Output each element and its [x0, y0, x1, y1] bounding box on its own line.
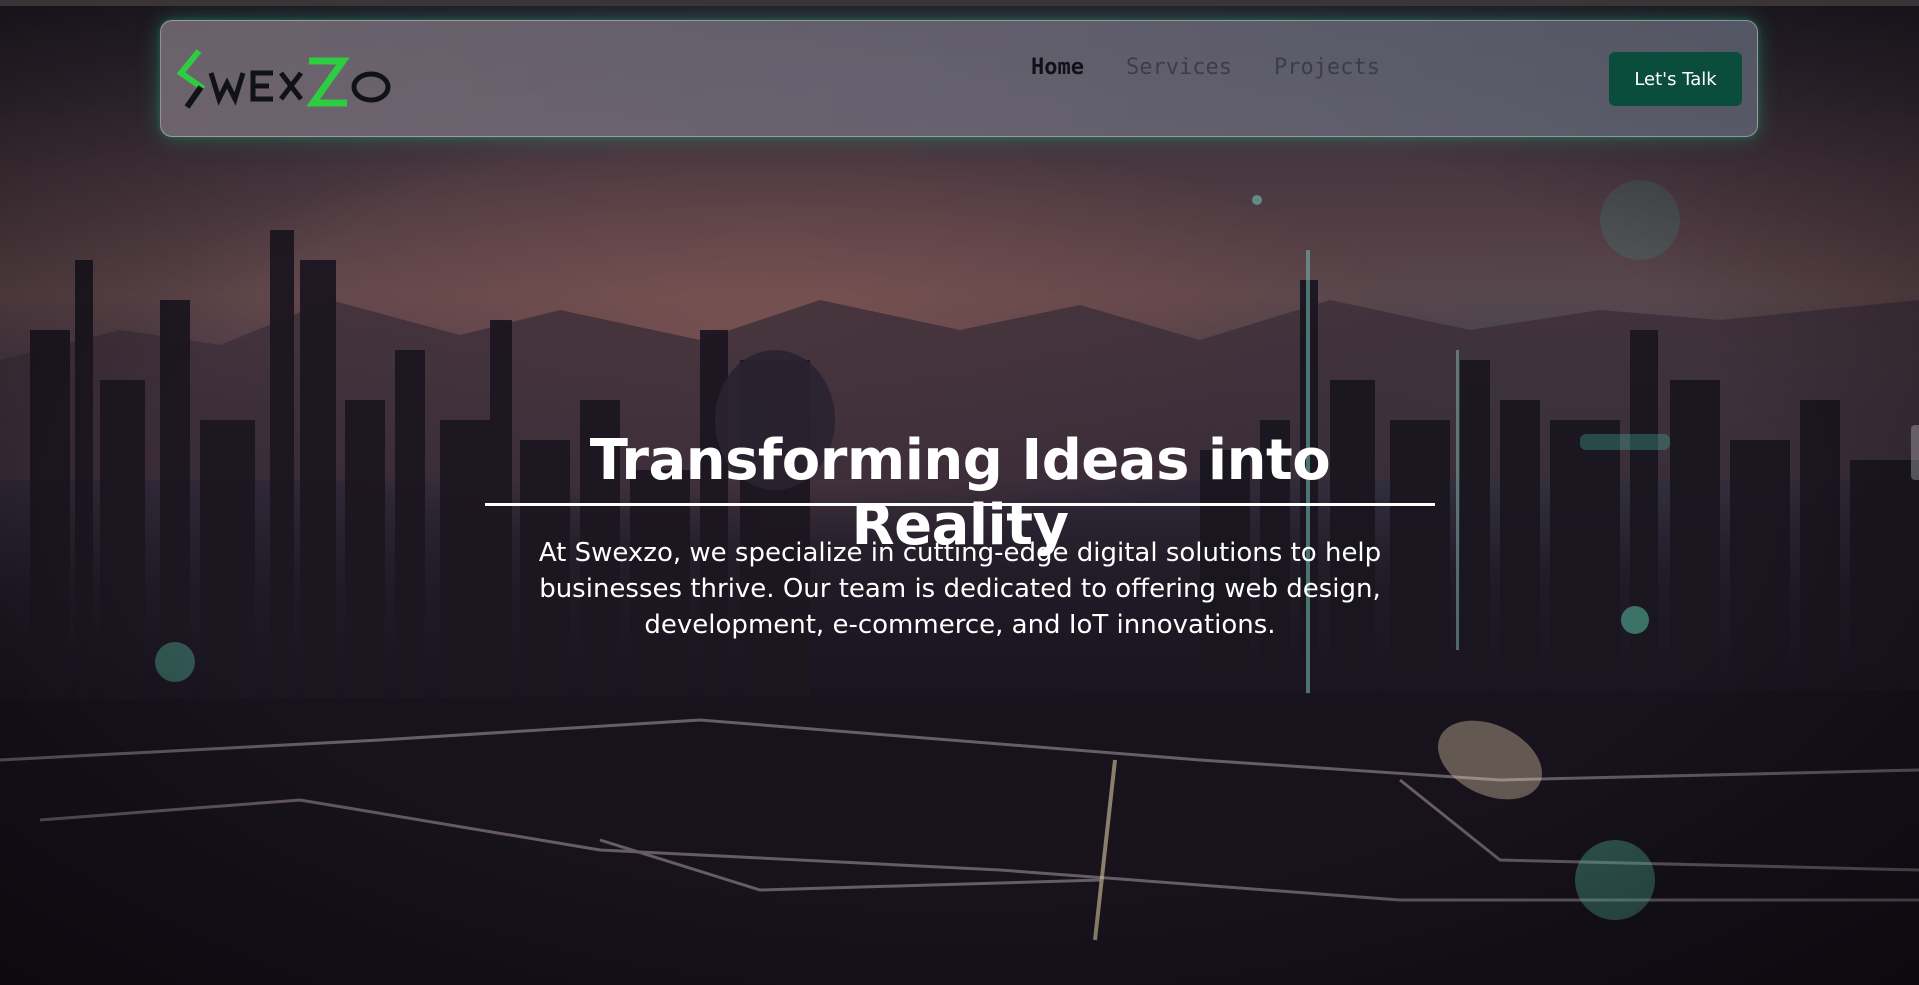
navbar: Home Services Projects Let's Talk	[160, 20, 1758, 137]
page: Home Services Projects Let's Talk Transf…	[0, 0, 1919, 985]
lets-talk-button[interactable]: Let's Talk	[1609, 52, 1742, 106]
browser-top-strip	[0, 0, 1919, 6]
hero-title-underline	[485, 503, 1435, 506]
hero-description: At Swexzo, we specialize in cutting-edge…	[538, 538, 1382, 640]
swexzo-logo[interactable]	[176, 47, 397, 111]
nav-item-home[interactable]: Home	[1031, 55, 1084, 80]
swexzo-logo-icon	[176, 49, 391, 109]
nav-item-services[interactable]: Services	[1126, 55, 1232, 80]
scrollbar-thumb[interactable]	[1911, 425, 1919, 480]
nav-item-projects[interactable]: Projects	[1274, 55, 1380, 80]
nav-links: Home Services Projects	[1031, 55, 1380, 80]
